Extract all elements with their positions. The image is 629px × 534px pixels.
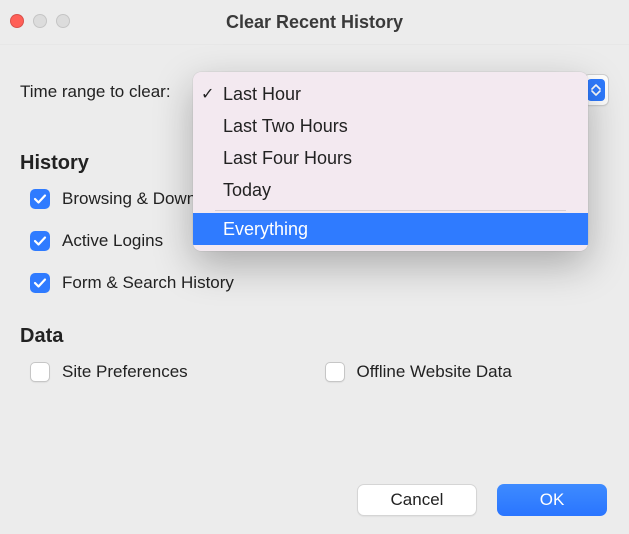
dropdown-option-last-four-hours[interactable]: Last Four Hours <box>193 142 588 174</box>
window-title: Clear Recent History <box>0 12 629 33</box>
ok-button[interactable]: OK <box>497 484 607 516</box>
checkbox-offline-website-data[interactable]: Offline Website Data <box>325 362 610 382</box>
titlebar: Clear Recent History <box>0 0 629 45</box>
dropdown-option-label: Last Two Hours <box>223 116 348 137</box>
time-range-dropdown[interactable]: ✓ Last Hour Last Two Hours Last Four Hou… <box>193 72 588 251</box>
checkmark-icon: ✓ <box>201 84 214 104</box>
checkbox-icon <box>30 231 50 251</box>
close-window-button[interactable] <box>10 14 24 28</box>
window-controls <box>10 14 70 28</box>
dropdown-option-everything[interactable]: Everything <box>193 213 588 245</box>
updown-arrows-icon <box>587 79 605 101</box>
checkbox-icon <box>30 273 50 293</box>
dropdown-option-label: Last Four Hours <box>223 148 352 169</box>
checkbox-label: Offline Website Data <box>357 362 512 382</box>
dropdown-option-label: Today <box>223 180 271 201</box>
zoom-window-button[interactable] <box>56 14 70 28</box>
checkbox-site-preferences[interactable]: Site Preferences <box>30 362 315 382</box>
checkbox-label: Site Preferences <box>62 362 188 382</box>
checkbox-form-search-history[interactable]: Form & Search History <box>30 273 315 293</box>
dialog-buttons: Cancel OK <box>357 484 607 516</box>
checkbox-icon <box>30 362 50 382</box>
dropdown-option-today[interactable]: Today <box>193 174 588 206</box>
checkbox-icon <box>30 189 50 209</box>
checkbox-icon <box>325 362 345 382</box>
data-items: Site Preferences Offline Website Data <box>30 362 609 382</box>
dropdown-option-last-two-hours[interactable]: Last Two Hours <box>193 110 588 142</box>
checkbox-label: Form & Search History <box>62 273 234 293</box>
dropdown-separator <box>215 210 566 211</box>
checkbox-label: Active Logins <box>62 231 163 251</box>
minimize-window-button[interactable] <box>33 14 47 28</box>
dropdown-option-label: Everything <box>223 219 308 240</box>
dropdown-option-label: Last Hour <box>223 84 301 105</box>
time-range-label: Time range to clear: <box>20 82 171 102</box>
dropdown-option-last-hour[interactable]: ✓ Last Hour <box>193 78 588 110</box>
data-heading: Data <box>20 325 609 348</box>
cancel-button[interactable]: Cancel <box>357 484 477 516</box>
